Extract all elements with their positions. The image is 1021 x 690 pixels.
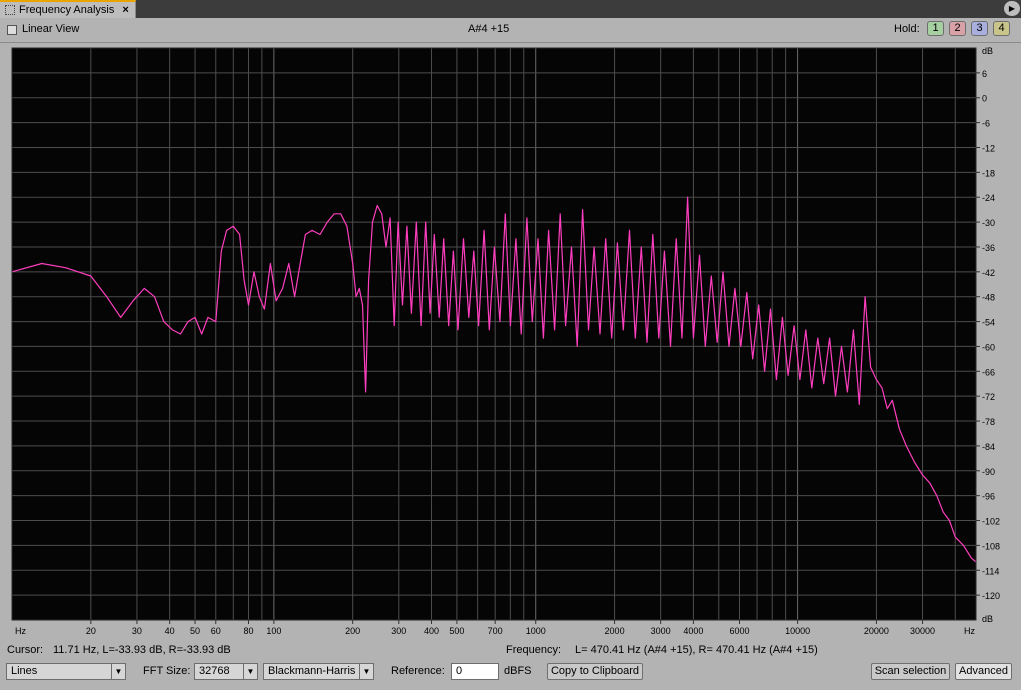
- x-tick-label: 1000: [526, 626, 546, 636]
- y-tick-label: -18: [982, 168, 995, 178]
- scan-selection-button[interactable]: Scan selection: [871, 663, 950, 680]
- hold-button-4[interactable]: 4: [993, 21, 1010, 36]
- x-tick-label: 80: [243, 626, 253, 636]
- y-tick-label: -60: [982, 342, 995, 352]
- panel-menu-icon[interactable]: ▶: [1004, 1, 1020, 16]
- y-tick-label: -36: [982, 243, 995, 253]
- advanced-button[interactable]: Advanced: [955, 663, 1012, 680]
- hold-button-1[interactable]: 1: [927, 21, 944, 36]
- plot-type-value: Lines: [11, 665, 38, 677]
- cursor-readout: 11.71 Hz, L=-33.93 dB, R=-33.93 dB: [53, 644, 231, 656]
- y-tick-label: -48: [982, 293, 995, 303]
- x-tick-label: 700: [488, 626, 503, 636]
- y-tick-label: -102: [982, 517, 1000, 527]
- frequency-readout: L= 470.41 Hz (A#4 +15), R= 470.41 Hz (A#…: [575, 644, 818, 656]
- y-tick-label: -12: [982, 143, 995, 153]
- reference-unit: dBFS: [504, 665, 532, 677]
- x-tick-label: 30000: [910, 626, 935, 636]
- window-function-value: Blackmann-Harris: [268, 665, 356, 677]
- x-tick-label: 300: [391, 626, 406, 636]
- x-tick-label: 500: [449, 626, 464, 636]
- x-tick-label: 400: [424, 626, 439, 636]
- x-tick-label: 100: [266, 626, 281, 636]
- spectrum-plot-frame: 6 0 -6 -12 -18 -24 -30 -36 -42 -48 -54 -60 -66 -72 -78…: [0, 43, 1021, 640]
- x-tick-label: 30: [132, 626, 142, 636]
- y-tick-label: -84: [982, 442, 995, 452]
- y-tick-label: -90: [982, 467, 995, 477]
- tab-frequency-analysis[interactable]: Frequency Analysis ×: [0, 0, 136, 18]
- y-tick-label: -114: [982, 566, 999, 576]
- hold-label: Hold:: [894, 23, 920, 35]
- x-tick-label: 2000: [605, 626, 625, 636]
- y-tick-label: 0: [982, 94, 987, 104]
- copy-to-clipboard-button[interactable]: Copy to Clipboard: [547, 663, 643, 680]
- x-tick-label: 4000: [683, 626, 703, 636]
- plot-type-select[interactable]: Lines ▼: [6, 663, 126, 680]
- x-tick-label: 3000: [651, 626, 671, 636]
- grip-icon: [5, 5, 15, 15]
- close-icon[interactable]: ×: [122, 4, 128, 16]
- analysis-toolbar: Linear View A#4 +15 Hold: 1 2 3 4: [0, 18, 1021, 43]
- window-function-select[interactable]: Blackmann-Harris ▼: [263, 663, 374, 680]
- y-tick-label: -96: [982, 492, 995, 502]
- status-bar: Cursor: 11.71 Hz, L=-33.93 dB, R=-33.93 …: [0, 640, 1021, 662]
- chevron-down-icon: ▼: [359, 664, 373, 679]
- x-tick-label: 20000: [864, 626, 889, 636]
- x-tick-label: 50: [190, 626, 200, 636]
- x-unit-label-right: Hz: [964, 626, 975, 636]
- note-readout: A#4 +15: [468, 23, 510, 35]
- y-tick-label: -54: [982, 318, 995, 328]
- y-unit-label-bottom: dB: [982, 614, 993, 624]
- controls-bar: Lines ▼ FFT Size: 32768 ▼ Blackmann-Harr…: [0, 660, 1021, 690]
- y-tick-label: -72: [982, 392, 995, 402]
- y-tick-label: -66: [982, 367, 995, 377]
- y-tick-label: -78: [982, 417, 995, 427]
- x-tick-label: 60: [211, 626, 221, 636]
- spectrum-chart[interactable]: 60-6-12-18-24-30-36-42-48-54-60-66-72-78…: [0, 43, 1021, 640]
- reference-label: Reference:: [391, 665, 445, 677]
- tab-title: Frequency Analysis: [19, 4, 115, 16]
- cursor-label: Cursor:: [7, 644, 44, 656]
- x-tick-label: 40: [165, 626, 175, 636]
- linear-view-label[interactable]: Linear View: [22, 23, 79, 35]
- reference-input[interactable]: 0: [451, 663, 499, 680]
- frequency-label: Frequency:: [506, 644, 562, 656]
- hold-button-3[interactable]: 3: [971, 21, 988, 36]
- x-tick-label: 6000: [729, 626, 749, 636]
- y-tick-label: -24: [982, 193, 995, 203]
- fft-size-value: 32768: [199, 665, 230, 677]
- x-tick-label: 200: [345, 626, 360, 636]
- y-tick-label: 6: [982, 69, 987, 79]
- chevron-down-icon: ▼: [111, 664, 125, 679]
- y-tick-label: -6: [982, 119, 990, 129]
- hold-button-2[interactable]: 2: [949, 21, 966, 36]
- fft-size-select[interactable]: 32768 ▼: [194, 663, 258, 680]
- x-tick-label: 20: [86, 626, 96, 636]
- chevron-down-icon: ▼: [243, 664, 257, 679]
- x-unit-label-left: Hz: [15, 626, 26, 636]
- plot-background: [12, 48, 976, 620]
- y-unit-label-top: dB: [982, 46, 993, 56]
- y-tick-label: -108: [982, 541, 1000, 551]
- linear-view-checkbox[interactable]: [7, 25, 17, 35]
- fft-size-label: FFT Size:: [143, 665, 191, 677]
- x-tick-label: 10000: [785, 626, 810, 636]
- y-tick-label: -120: [982, 591, 1000, 601]
- panel-tab-bar: Frequency Analysis × ▶: [0, 0, 1021, 18]
- y-tick-label: -42: [982, 268, 995, 278]
- y-tick-label: -30: [982, 218, 995, 228]
